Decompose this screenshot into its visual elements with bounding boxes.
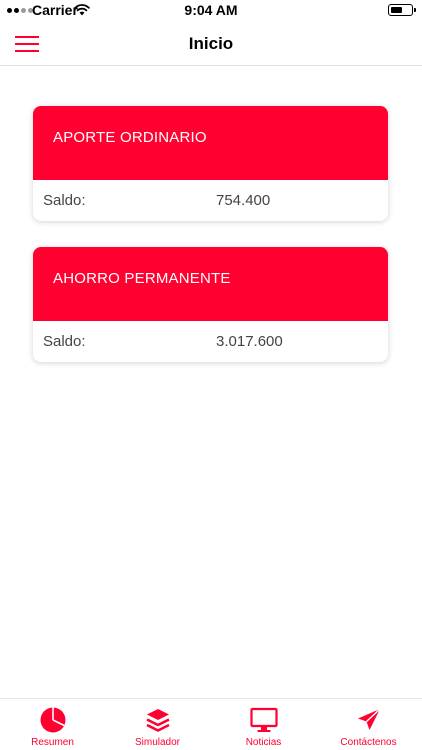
monitor-icon	[249, 707, 278, 732]
tab-resumen[interactable]: Resumen	[0, 699, 105, 750]
layers-icon	[145, 709, 170, 732]
tab-contactenos[interactable]: Contáctenos	[316, 699, 421, 750]
card-body: Saldo: 754.400	[33, 180, 388, 221]
battery-icon	[388, 4, 416, 16]
tab-noticias[interactable]: Noticias	[211, 699, 316, 750]
tab-label: Resumen	[31, 737, 74, 748]
tab-label: Noticias	[245, 737, 282, 748]
pie-chart-icon	[40, 707, 65, 733]
navigation-bar: Inicio	[0, 22, 422, 66]
tab-label: Contáctenos	[340, 737, 397, 748]
account-card-aporte-ordinario[interactable]: APORTE ORDINARIO Saldo: 754.400	[33, 106, 388, 221]
balance-value: 3.017.600	[216, 333, 283, 350]
clock: 9:04 AM	[184, 2, 238, 18]
card-body: Saldo: 3.017.600	[33, 321, 388, 362]
card-title: AHORRO PERMANENTE	[33, 247, 388, 321]
tab-simulador[interactable]: Simulador	[105, 699, 210, 750]
balance-label: Saldo:	[43, 333, 86, 350]
status-bar: Carrier 9:04 AM	[0, 0, 422, 22]
balance-value: 754.400	[216, 192, 271, 209]
tab-label: Simulador	[134, 737, 181, 748]
page-title: Inicio	[188, 34, 234, 53]
account-card-ahorro-permanente[interactable]: AHORRO PERMANENTE Saldo: 3.017.600	[33, 247, 388, 362]
balance-label: Saldo:	[43, 192, 86, 209]
paper-plane-icon	[357, 708, 380, 730]
card-title: APORTE ORDINARIO	[33, 106, 388, 180]
tab-bar: Resumen Simulador Noticias Contáctenos	[0, 698, 422, 750]
